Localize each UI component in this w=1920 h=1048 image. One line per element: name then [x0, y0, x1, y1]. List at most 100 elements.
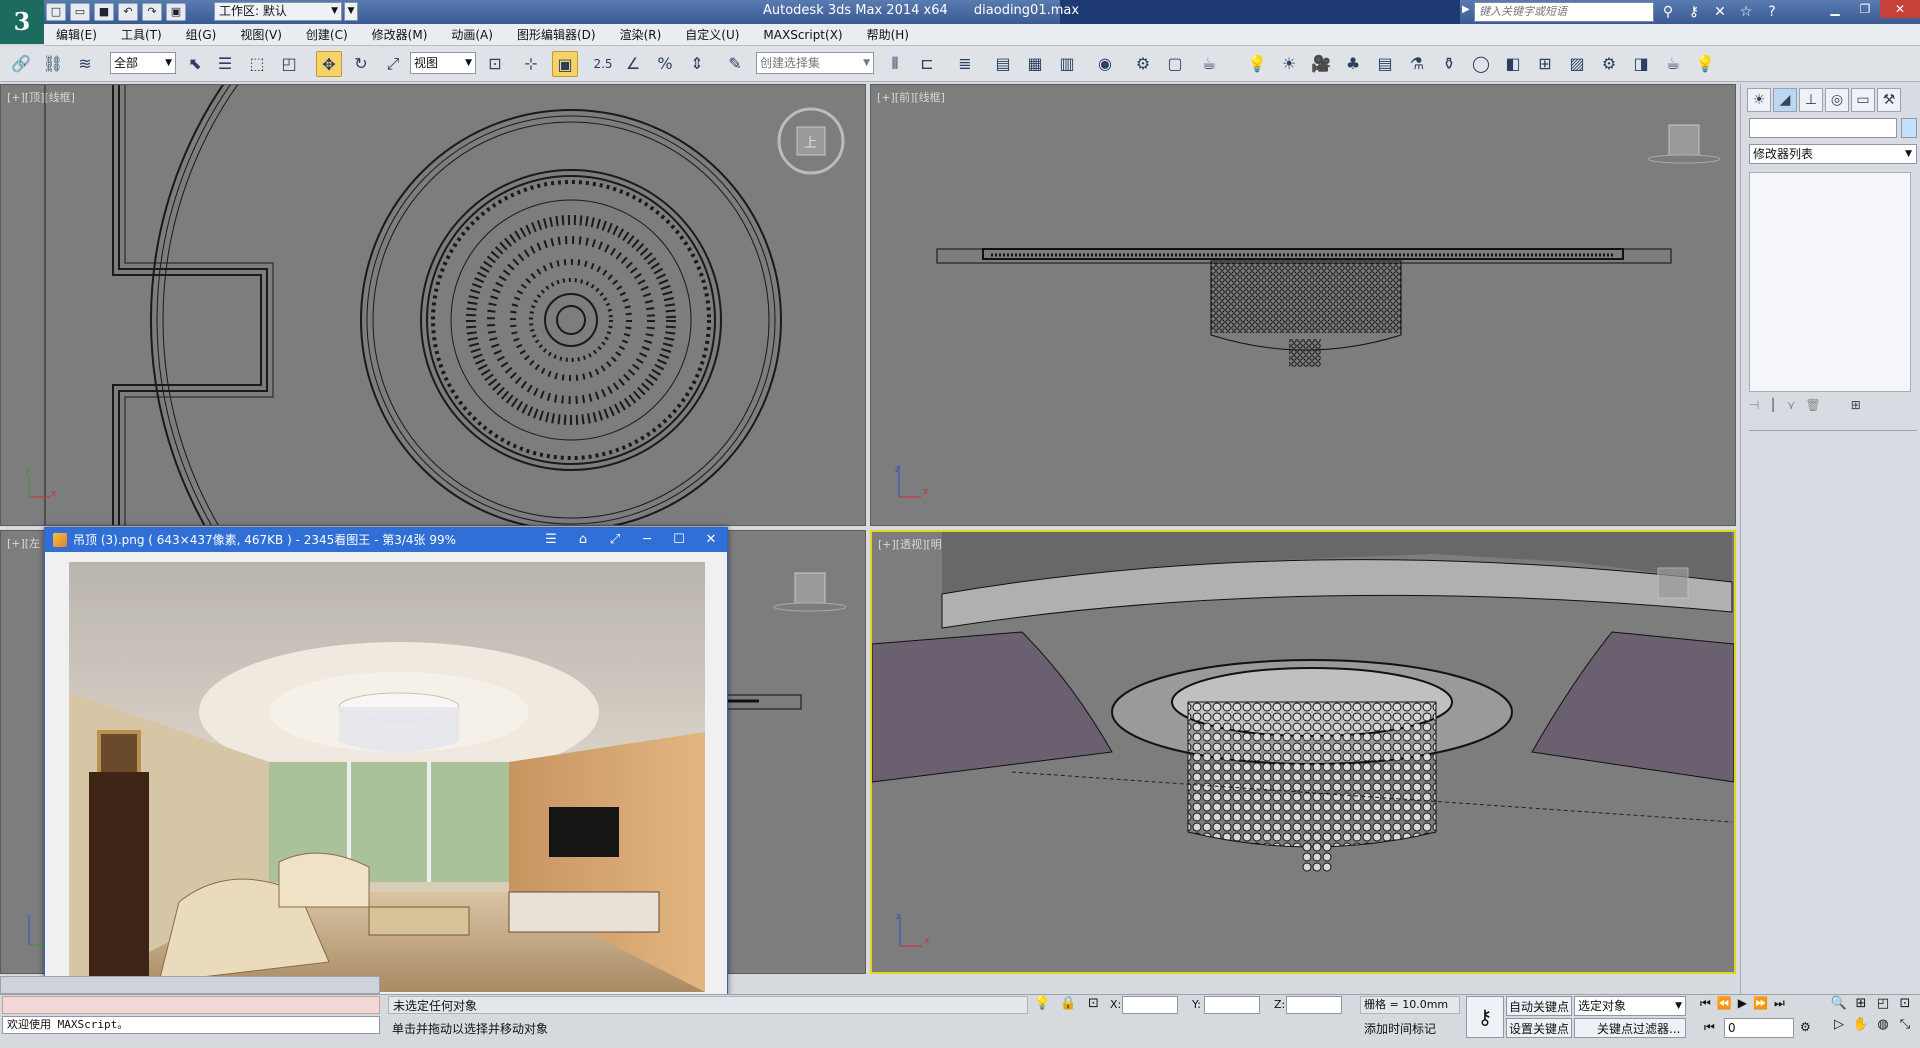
render-view-icon[interactable]: ◨ — [1628, 51, 1654, 77]
pin-stack-icon[interactable]: ⊣ — [1749, 398, 1759, 418]
unlink-icon[interactable]: ⛓ — [40, 51, 66, 77]
bottle-icon[interactable]: ⚱ — [1436, 51, 1462, 77]
go-to-start-icon[interactable]: ⏮ — [1700, 996, 1711, 1011]
image-viewer-window[interactable]: 吊顶 (3).png ( 643×437像素, 467KB ) - 2345看图… — [44, 527, 728, 997]
auto-key-button[interactable]: 自动关键点 — [1506, 996, 1572, 1016]
menu-group[interactable]: 组(G) — [174, 26, 229, 43]
menu-modifiers[interactable]: 修改器(M) — [360, 26, 440, 43]
search-input[interactable]: 键入关键字或短语 — [1474, 2, 1654, 22]
set-key-button[interactable]: 设置关键点 — [1506, 1018, 1572, 1038]
x-coordinate-field[interactable] — [1122, 996, 1178, 1014]
undo-icon[interactable]: ↶ — [118, 3, 138, 21]
configure-sets-icon[interactable]: ⊞ — [1851, 398, 1861, 418]
zoom-extents-icon[interactable]: ◰ — [1872, 996, 1894, 1017]
minimize-button[interactable]: ▁ — [1820, 0, 1850, 18]
binoculars-icon[interactable]: ⚲ — [1658, 2, 1678, 22]
new-file-icon[interactable]: □ — [46, 3, 66, 21]
menu-graph-editors[interactable]: 图形编辑器(D) — [505, 26, 608, 43]
current-frame-field[interactable]: 0 — [1724, 1018, 1794, 1038]
save-icon[interactable]: ■ — [94, 3, 114, 21]
key-filters-button[interactable]: 关键点过滤器... — [1574, 1018, 1686, 1038]
pivot-center-icon[interactable]: ⊡ — [482, 51, 508, 77]
edit-named-sets-icon[interactable]: ✎ — [722, 51, 748, 77]
percent-snap-icon[interactable]: % — [652, 51, 678, 77]
viewport-front[interactable]: [+][前][线框] x z — [870, 84, 1736, 526]
menu-rendering[interactable]: 渲染(R) — [608, 26, 674, 43]
y-coordinate-field[interactable] — [1204, 996, 1260, 1014]
zoom-all-icon[interactable]: ⊞ — [1850, 996, 1872, 1017]
keyboard-shortcut-toggle-icon[interactable]: ▣ — [552, 51, 578, 77]
modifier-stack[interactable] — [1749, 172, 1911, 392]
menu-maxscript[interactable]: MAXScript(X) — [751, 28, 854, 42]
teapot-icon[interactable]: ☕ — [1660, 51, 1686, 77]
menu-icon[interactable]: ☰ — [535, 528, 567, 552]
rect-selection-icon[interactable]: ⬚ — [244, 51, 270, 77]
help-icon[interactable]: ? — [1762, 2, 1782, 22]
subscription-icon[interactable]: ⚷ — [1684, 2, 1704, 22]
angle-snap-icon[interactable]: ∠ — [620, 51, 646, 77]
bind-spacewarp-icon[interactable]: ≋ — [72, 51, 98, 77]
utilities-tab-icon[interactable]: ⚒ — [1877, 88, 1901, 112]
selection-lock-icon[interactable]: 🔒 — [1060, 996, 1076, 1011]
maxscript-listener-input[interactable]: 欢迎使用 MAXScript。 — [2, 1016, 380, 1034]
camera-icon[interactable]: 🎥 — [1308, 51, 1334, 77]
manipulate-icon[interactable]: ⊹ — [518, 51, 544, 77]
menu-customize[interactable]: 自定义(U) — [673, 26, 751, 43]
window-crossing-icon[interactable]: ◰ — [276, 51, 302, 77]
orbit-icon[interactable]: ◍ — [1872, 1017, 1894, 1038]
display-tab-icon[interactable]: ▭ — [1851, 88, 1875, 112]
pan-icon[interactable]: ✋ — [1850, 1017, 1872, 1038]
open-file-icon[interactable]: ▭ — [70, 3, 90, 21]
maxscript-listener-output[interactable] — [2, 996, 380, 1014]
object-name-field[interactable] — [1749, 118, 1897, 138]
restore-button[interactable]: ❐ — [1850, 0, 1880, 18]
render-elements-icon[interactable]: ▨ — [1564, 51, 1590, 77]
select-by-name-icon[interactable]: ☰ — [212, 51, 238, 77]
batch-render-icon[interactable]: ⚙ — [1596, 51, 1622, 77]
render-production-icon[interactable]: ☕ — [1196, 51, 1222, 77]
select-rotate-icon[interactable]: ↻ — [348, 51, 374, 77]
selection-filter-dropdown[interactable]: 全部 ▼ — [110, 52, 176, 74]
viewer-title-bar[interactable]: 吊顶 (3).png ( 643×437像素, 467KB ) - 2345看图… — [45, 528, 727, 552]
fullscreen-icon[interactable]: ⤢ — [599, 528, 631, 552]
zoom-extents-all-icon[interactable]: ⊡ — [1894, 996, 1916, 1017]
minimize-button[interactable]: ─ — [631, 528, 663, 552]
zoom-icon[interactable]: 🔍 — [1828, 996, 1850, 1017]
select-object-icon[interactable]: ⬉ — [182, 51, 208, 77]
motion-tab-icon[interactable]: ◎ — [1825, 88, 1849, 112]
tree-icon[interactable]: ♣ — [1340, 51, 1366, 77]
link-icon[interactable]: 🔗 — [8, 51, 34, 77]
redo-icon[interactable]: ↷ — [142, 3, 162, 21]
layer-manager-icon[interactable]: ≣ — [952, 51, 978, 77]
workspace-menu-button[interactable]: ▼ — [344, 2, 358, 21]
app-logo-icon[interactable]: 3 — [0, 0, 44, 44]
material-editor-icon[interactable]: ◉ — [1092, 51, 1118, 77]
search-toggle-icon[interactable]: ▶ — [1462, 4, 1470, 15]
ref-coord-dropdown[interactable]: 视图 ▼ — [410, 52, 476, 74]
maximize-viewport-icon[interactable]: ⤡ — [1894, 1017, 1916, 1038]
rendered-frame-icon[interactable]: ▢ — [1162, 51, 1188, 77]
menu-edit[interactable]: 编辑(E) — [44, 26, 109, 43]
align-icon[interactable]: ⊏ — [914, 51, 940, 77]
absolute-mode-icon[interactable]: ⊡ — [1088, 996, 1099, 1011]
spinner-snap-icon[interactable]: ⇕ — [684, 51, 710, 77]
play-icon[interactable]: ▶ — [1738, 996, 1747, 1011]
bulb-icon[interactable]: 💡 — [1692, 51, 1718, 77]
add-time-tag[interactable]: 添加时间标记 — [1338, 1020, 1466, 1038]
favorites-star-icon[interactable]: ☆ — [1736, 2, 1756, 22]
maximize-button[interactable]: ☐ — [663, 528, 695, 552]
communication-icon[interactable]: ✕ — [1710, 2, 1730, 22]
field-of-view-icon[interactable]: ▷ — [1828, 1017, 1850, 1038]
modifier-list-dropdown[interactable]: 修改器列表 ▼ — [1749, 144, 1917, 164]
make-unique-icon[interactable]: ⋎ — [1787, 398, 1796, 418]
viewport-top[interactable]: [+][顶][线框] 上 x y — [0, 84, 866, 526]
close-button[interactable]: ✕ — [1880, 0, 1920, 18]
set-key-icon[interactable]: ⚷ — [1466, 996, 1504, 1038]
selected-set-dropdown[interactable]: 选定对象 ▼ — [1574, 996, 1686, 1016]
hierarchy-tab-icon[interactable]: ⊥ — [1799, 88, 1823, 112]
select-scale-icon[interactable]: ⤢ — [380, 51, 406, 77]
schematic-view-icon[interactable]: ▥ — [1054, 51, 1080, 77]
menu-tools[interactable]: 工具(T) — [109, 26, 174, 43]
select-move-icon[interactable]: ✥ — [316, 51, 342, 77]
project-folder-icon[interactable]: ▣ — [166, 3, 186, 21]
